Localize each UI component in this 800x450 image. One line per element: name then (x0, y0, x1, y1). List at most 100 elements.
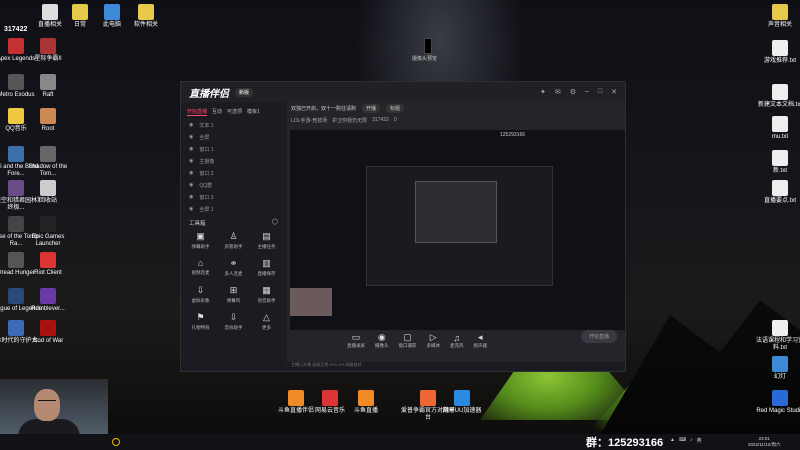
clock[interactable]: 23:01 2022/11/12/周六 (748, 436, 780, 448)
tray-icon[interactable]: 英 (697, 437, 702, 444)
tray-icon[interactable]: ⌨ (679, 437, 686, 444)
source-item[interactable]: ◉ 窗口 2 (181, 167, 286, 179)
tool-button[interactable]: ▣ 弹幕助手 (184, 231, 217, 250)
version-badge[interactable]: 新版 (235, 87, 254, 97)
tools-settings-icon[interactable]: ◯ (272, 219, 278, 227)
tool-button[interactable]: ▤ 主播任务 (250, 231, 283, 250)
desktop-icon[interactable]: 回收站 (20, 180, 76, 205)
source-item[interactable]: ◉ 主摄像 (181, 155, 286, 167)
desktop-icon[interactable]: 幻灯 (752, 356, 800, 381)
tool-icon: ⊞ (229, 285, 238, 295)
tool-button[interactable]: ⚭ 多人连麦 (217, 258, 250, 277)
camera-caption: 摄像头预览 (412, 56, 438, 62)
desktop-icon[interactable]: 直播要点.txt (752, 180, 800, 205)
eye-icon[interactable]: ◉ (189, 134, 193, 140)
source-item[interactable]: ◉ 全屏 1 (181, 203, 286, 215)
minimize-icon[interactable]: – (585, 88, 589, 96)
live-pill[interactable]: 开播 (362, 103, 381, 113)
source-item[interactable]: ◉ QQ群 (181, 179, 286, 191)
tray-icon[interactable]: ♪ (690, 437, 693, 444)
eye-icon[interactable]: ◉ (189, 206, 193, 212)
tool-button[interactable]: ♙ 房管助手 (217, 231, 250, 250)
tool-label: 语音助手 (257, 298, 276, 303)
start-icon[interactable] (112, 438, 120, 446)
tool-icon: ▥ (262, 258, 271, 268)
desktop-icon[interactable]: Shadow of the Tom... (20, 146, 76, 178)
top-info-bar: 双独已开启，双十一购往请购 开播 标题 (287, 102, 625, 114)
maximize-icon[interactable]: □ (598, 88, 602, 96)
tool-button[interactable]: ⚑ 礼物特效 (184, 312, 217, 331)
desktop-icon[interactable]: 软件相关 (118, 4, 174, 29)
app-icon (772, 4, 788, 20)
bulb-icon[interactable]: ✦ (540, 88, 546, 96)
close-icon[interactable]: ✕ (611, 88, 617, 96)
desktop-icon[interactable]: 游戏推荐.txt (752, 40, 800, 65)
tool-icon: ▣ (196, 231, 205, 241)
eye-icon[interactable]: ◉ (189, 194, 193, 200)
tool-label: 多人连麦 (224, 271, 243, 276)
tool-button[interactable]: ▥ 直播保存 (250, 258, 283, 277)
source-item[interactable]: ◉ 窗口 3 (181, 191, 286, 203)
desktop-icon[interactable]: Rumblever... (20, 288, 76, 313)
tool-button[interactable]: ▦ 语音助手 (250, 285, 283, 304)
desktop-icon-label: 声音相关 (767, 22, 792, 28)
tool-icon: ⇩ (229, 312, 238, 322)
eye-icon[interactable]: ◉ (189, 170, 193, 176)
desktop-icon[interactable]: 网易UU加速器 (434, 390, 490, 415)
desktop-icon[interactable]: mu.txt (752, 116, 800, 141)
desktop-icon[interactable]: 声音相关 (752, 4, 800, 29)
tool-icon: ♙ (229, 231, 238, 241)
desktop-icon[interactable]: Raft (20, 74, 76, 99)
desktop-icon[interactable]: Red Magic Studio (752, 390, 800, 415)
eye-icon[interactable]: ◉ (189, 146, 193, 152)
scene-tab[interactable]: 互动 (212, 108, 222, 116)
desktop-icon-label: 游戏推荐.txt (763, 58, 796, 64)
add-source-button[interactable]: ▢ 窗口捕获 (399, 332, 417, 349)
go-live-button[interactable]: 开始直播 (580, 330, 617, 343)
source-item[interactable]: ◉ 文本 1 (181, 119, 286, 131)
desktop-icon-label: Epic Games Launcher (31, 234, 65, 247)
add-source-button[interactable]: ♫ 麦克风 (450, 333, 464, 349)
scene-tab[interactable]: 开始直播 (187, 108, 208, 116)
desktop-icon-label: 回收站 (38, 198, 57, 204)
tools-header-label: 工具箱 (189, 221, 206, 227)
desktop-icon[interactable]: God of War (20, 320, 76, 345)
scene-tab[interactable]: 可选项 (227, 108, 242, 116)
tool-label: 虚拟形象 (191, 298, 210, 303)
game-tag[interactable]: LOL手游·竞技场 (291, 117, 327, 124)
source-item[interactable]: ◉ 全屏 (181, 131, 286, 143)
source-type-icon: ◂ (477, 332, 483, 342)
add-source-button[interactable]: ▷ 多媒体 (427, 332, 441, 349)
eye-icon[interactable]: ◉ (189, 158, 193, 164)
tool-button[interactable]: △ 更多 (250, 312, 283, 331)
desktop-icon[interactable]: Riot Client (20, 252, 76, 277)
desktop-icon[interactable]: Epic Games Launcher (20, 216, 76, 248)
desktop-icon-label: Red Magic Studio (756, 408, 800, 414)
tray-icon[interactable]: ▲ (670, 437, 675, 444)
gear-icon[interactable]: ⚙ (570, 88, 576, 96)
tool-button[interactable]: ⇩ 虚拟形象 (184, 285, 217, 304)
tool-label: 弹幕鸡 (226, 298, 241, 303)
eye-icon[interactable]: ◉ (189, 182, 193, 188)
title-field[interactable]: 标题 (386, 103, 405, 113)
add-source-button[interactable]: ◉ 摄像头 (375, 332, 389, 349)
tool-button[interactable]: ⊞ 弹幕鸡 (217, 285, 250, 304)
desktop-icon[interactable]: 新.txt (752, 150, 800, 175)
source-label: 文本 1 (199, 122, 214, 129)
desktop-icon[interactable]: 星际争霸II (20, 38, 76, 63)
desktop-icon[interactable]: 斗鱼直播 (338, 390, 394, 415)
scene-tab[interactable]: 模板1 (247, 108, 260, 116)
desktop-icon[interactable]: 新建文本文档.txt (752, 84, 800, 109)
eye-icon[interactable]: ◉ (189, 122, 193, 128)
source-item[interactable]: ◉ 窗口 1 (181, 143, 286, 155)
app-icon (40, 108, 56, 124)
source-type-label: 直播录屏 (347, 343, 365, 348)
message-icon[interactable]: ✉ (555, 88, 561, 96)
add-source-button[interactable]: ◂ 扬声器 (474, 332, 488, 349)
tool-button[interactable]: ⇩ 音效助手 (217, 312, 250, 331)
desktop-icon[interactable]: Root (20, 108, 76, 133)
stream-preview[interactable]: 125293166 (290, 130, 625, 330)
desktop-icon[interactable]: 法语课程和学习资料.txt (752, 320, 800, 352)
add-source-button[interactable]: ▭ 直播录屏 (347, 332, 365, 349)
tool-button[interactable]: ⌂ 视频连麦 (184, 258, 217, 277)
